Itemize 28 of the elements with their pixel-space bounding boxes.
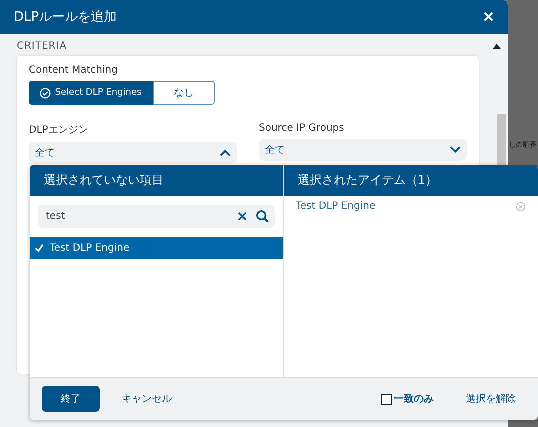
field-label: Content Matching bbox=[29, 65, 119, 76]
scroll-up-icon[interactable] bbox=[493, 44, 501, 48]
checkbox[interactable] bbox=[381, 394, 392, 404]
select-field[interactable]: 全て bbox=[259, 139, 467, 161]
list-item[interactable]: Test DLP Engine bbox=[30, 237, 283, 259]
clear-icon[interactable] bbox=[238, 212, 247, 221]
clear-selection-button[interactable]: 選択を解除 bbox=[460, 391, 522, 407]
search-input[interactable]: test bbox=[44, 210, 229, 223]
select-field[interactable]: 全て bbox=[29, 142, 237, 164]
field-label: Source IP Groups bbox=[259, 123, 346, 134]
close-button[interactable]: × bbox=[483, 6, 494, 28]
cancel-button[interactable]: キャンセル bbox=[116, 391, 178, 407]
done-button[interactable]: 終了 bbox=[42, 386, 100, 412]
column-header: 選択されたアイテム（1） bbox=[284, 165, 538, 196]
column-header: 選択されていない項目 bbox=[30, 165, 283, 196]
check-icon bbox=[35, 244, 44, 252]
section-title: CRITERIA bbox=[17, 40, 68, 52]
search-icon[interactable] bbox=[256, 210, 269, 223]
chevron-icon bbox=[450, 146, 461, 154]
checkbox-label[interactable]: 一致のみ bbox=[394, 392, 434, 406]
segment-option[interactable]: Select DLP Engines bbox=[29, 81, 153, 105]
search-field[interactable]: test bbox=[38, 205, 275, 228]
segment-option[interactable]: なし bbox=[153, 81, 215, 105]
check-circle-icon bbox=[40, 88, 52, 98]
field-label: DLPエンジン bbox=[29, 124, 90, 137]
dialog-title: DLPルールを追加 bbox=[14, 9, 118, 26]
chevron-icon bbox=[220, 149, 231, 157]
selected-item: Test DLP Engine bbox=[296, 201, 376, 212]
